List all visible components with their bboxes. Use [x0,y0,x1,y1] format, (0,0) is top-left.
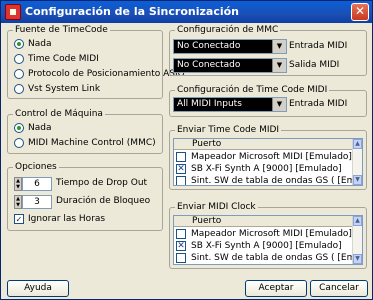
port-checkbox-checked[interactable]: ✕ [176,240,186,251]
mmc-midi-in-select[interactable]: No Conectado ▼ [173,39,287,54]
list-item[interactable]: Mapeador Microsoft MIDI [Emulado] [176,228,352,239]
list-item[interactable]: Mapeador Microsoft MIDI [Emulado] [176,151,352,162]
list-item[interactable]: ✕ SB X-Fi Synth A [9000] [Emulado] [176,163,342,174]
timecode-source-group: Fuente de TimeCode Nada Time Code MIDI P… [7,25,185,99]
check-icon[interactable]: ✓ [14,214,24,224]
machine-control-group: Control de Máquina Nada MIDI Machine Con… [7,109,163,154]
port-name: Sint. SW de tabla de ondas GS ( [Emulado… [191,175,362,186]
port-name: Mapeador Microsoft MIDI [Emulado] [191,228,352,239]
title-bar[interactable]: Configuración de la Sincronización ✕ [1,1,372,23]
window-title: Configuración de la Sincronización [25,5,239,18]
radio-label: Time Code MIDI [28,54,99,64]
radio-dot[interactable] [14,39,24,49]
app-icon [5,4,21,20]
options-group: Opciones 6 ▲ ▼ Tiempo de Drop Out 3 ▲ ▼ … [7,162,163,231]
select-value: All MIDI Inputs [177,99,242,109]
send-clock-legend: Enviar MIDI Clock [175,202,258,212]
machine-control-legend: Control de Máquina [13,109,105,119]
sync-settings-dialog: Configuración de la Sincronización ✕ Fue… [0,0,373,300]
mmc-midi-out-label: Salida MIDI [289,60,340,70]
port-column-header[interactable]: Puerto [174,216,353,227]
port-checkbox[interactable] [176,151,186,162]
radio-label: MIDI Machine Control (MMC) [28,138,156,148]
radio-dot[interactable] [14,123,24,133]
scroll-up-icon[interactable]: ▲ [353,216,362,226]
mmc-config-legend: Configuración de MMC [175,25,281,35]
radio-machine-mmc[interactable]: MIDI Machine Control (MMC) [14,138,156,148]
send-timecode-legend: Enviar Time Code MIDI [175,125,282,135]
spin-down-icon[interactable]: ▼ [15,184,21,190]
list-item[interactable]: Sint. SW de tabla de ondas GS ( [Emulado… [176,252,362,263]
lock-duration-stepper[interactable]: ▲ ▼ [14,195,22,209]
select-value: No Conectado [177,60,241,70]
ignore-hours-checkbox[interactable]: ✓ Ignorar las Horas [14,214,105,224]
radio-dot[interactable] [14,138,24,148]
port-name: Sint. SW de tabla de ondas GS ( [Emulado… [191,252,362,263]
radio-timecode-asio[interactable]: Protocolo de Posicionamiento ASIO [14,69,185,79]
mmc-midi-out-select[interactable]: No Conectado ▼ [173,58,287,73]
mmc-midi-in-label: Entrada MIDI [289,41,348,51]
cancel-button[interactable]: Cancelar [310,280,368,297]
port-name: Mapeador Microsoft MIDI [Emulado] [191,151,352,162]
send-clock-group: Enviar MIDI Clock Puerto Mapeador Micros… [169,202,367,269]
radio-timecode-midi[interactable]: Time Code MIDI [14,54,99,64]
scroll-up-icon[interactable]: ▲ [353,139,362,149]
options-legend: Opciones [13,162,59,172]
select-value: No Conectado [177,41,241,51]
port-checkbox[interactable] [176,175,186,185]
scroll-down-icon[interactable]: ▼ [353,175,362,185]
port-name: SB X-Fi Synth A [9000] [Emulado] [191,163,342,174]
timecode-midi-input-label: Entrada MIDI [289,99,348,109]
chevron-down-icon[interactable]: ▼ [272,40,286,53]
vertical-scrollbar[interactable]: ▲ ▼ [352,139,362,185]
spin-down-icon[interactable]: ▼ [15,202,21,208]
timecode-midi-input-select[interactable]: All MIDI Inputs ▼ [173,97,287,112]
port-checkbox-checked[interactable]: ✕ [176,163,186,174]
timecode-source-legend: Fuente de TimeCode [13,25,110,35]
help-button[interactable]: Ayuda [7,280,69,297]
port-column-header[interactable]: Puerto [174,139,353,150]
close-button[interactable]: ✕ [351,3,369,21]
mmc-config-group: Configuración de MMC No Conectado ▼ Entr… [169,25,367,76]
lock-duration-label: Duración de Bloqueo [56,196,151,206]
timecode-midi-config-group: Configuración de Time Code MIDI All MIDI… [169,85,367,117]
radio-dot[interactable] [14,69,24,79]
chevron-down-icon[interactable]: ▼ [272,98,286,111]
port-checkbox[interactable] [176,228,186,239]
radio-label: Vst System Link [28,84,101,94]
list-item[interactable]: ✕ SB X-Fi Synth A [9000] [Emulado] [176,240,342,251]
accept-button[interactable]: Aceptar [245,280,307,297]
drop-out-label: Tiempo de Drop Out [56,178,148,188]
send-timecode-group: Enviar Time Code MIDI Puerto Mapeador Mi… [169,125,367,190]
radio-dot[interactable] [14,84,24,94]
list-item[interactable]: Sint. SW de tabla de ondas GS ( [Emulado… [176,175,362,186]
drop-out-input[interactable]: 6 [22,177,52,191]
radio-machine-none[interactable]: Nada [14,123,51,133]
scroll-down-icon[interactable]: ▼ [353,254,362,264]
radio-timecode-vst[interactable]: Vst System Link [14,84,100,94]
chevron-down-icon[interactable]: ▼ [272,59,286,72]
port-checkbox[interactable] [176,252,186,263]
port-name: SB X-Fi Synth A [9000] [Emulado] [191,240,342,251]
radio-label: Nada [28,39,52,49]
radio-timecode-none[interactable]: Nada [14,39,51,49]
send-timecode-port-list[interactable]: Puerto Mapeador Microsoft MIDI [Emulado]… [173,138,363,186]
lock-duration-input[interactable]: 3 [22,195,52,209]
radio-label: Nada [28,123,52,133]
ignore-hours-label: Ignorar las Horas [28,214,106,224]
radio-dot[interactable] [14,54,24,64]
send-clock-port-list[interactable]: Puerto Mapeador Microsoft MIDI [Emulado]… [173,215,363,265]
timecode-midi-config-legend: Configuración de Time Code MIDI [175,85,330,95]
vertical-scrollbar[interactable]: ▲ ▼ [352,216,362,264]
drop-out-stepper[interactable]: ▲ ▼ [14,177,22,191]
radio-label: Protocolo de Posicionamiento ASIO [28,69,185,79]
